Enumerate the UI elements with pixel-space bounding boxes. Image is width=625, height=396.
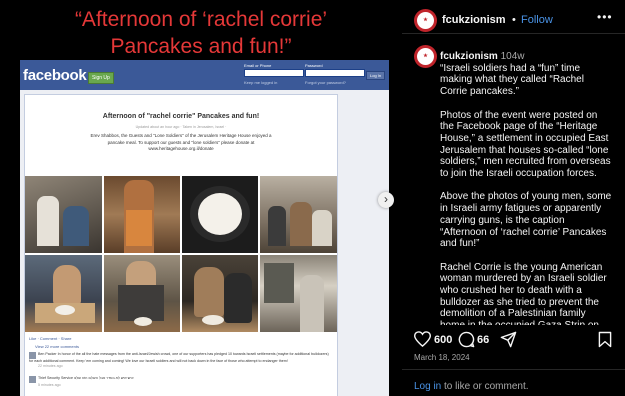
facebook-right-column <box>342 94 385 390</box>
login-button: Log In <box>366 71 386 80</box>
caption-time: 104w <box>500 51 525 62</box>
email-field <box>244 69 304 77</box>
album-photo <box>25 176 102 253</box>
album-photo <box>104 255 180 332</box>
avatar <box>29 352 36 359</box>
comment-time: 5 minutes ago <box>38 383 61 387</box>
keep-logged-in: Keep me logged in <box>244 80 278 85</box>
heart-icon[interactable] <box>413 331 432 352</box>
signup-button: Sign Up <box>88 72 114 84</box>
avatar <box>29 376 36 383</box>
footer-divider <box>402 369 625 370</box>
caption-username[interactable]: fcukzionism <box>440 51 498 62</box>
view-more-comments: View 22 more comments <box>35 344 79 349</box>
likes-count[interactable]: 600 <box>434 334 452 346</box>
header-divider <box>402 33 625 34</box>
login-prompt: Log in to like or comment. <box>414 381 529 392</box>
email-label: Email or Phone <box>244 63 272 68</box>
album-title: Afternoon of "rachel corrie" Pancakes an… <box>102 113 260 120</box>
caption-paragraph-3: Above the photos of young men, some in I… <box>440 191 612 250</box>
facebook-header-bar: facebook Sign Up Email or Phone Password… <box>20 60 389 90</box>
facebook-logo: facebook <box>23 67 87 84</box>
author-username[interactable]: fcukzionism <box>442 14 506 26</box>
album-photo <box>182 176 258 253</box>
caption-paragraph-1: “Israeli soldiers had a “fun” time makin… <box>440 62 584 98</box>
album-photo <box>260 255 337 332</box>
headline-line-1: “Afternoon of ‘rachel corrie’ <box>74 8 328 31</box>
share-icon[interactable] <box>500 331 517 353</box>
password-field <box>305 69 365 77</box>
album-photo <box>182 255 258 332</box>
login-link[interactable]: Log in <box>414 381 441 392</box>
facebook-page: Afternoon of "rachel corrie" Pancakes an… <box>20 90 389 396</box>
album-footer-actions: Like · Comment · Share <box>29 336 72 341</box>
caption-avatar[interactable]: ★ <box>414 45 437 68</box>
album-photo <box>260 176 337 253</box>
more-options-icon[interactable]: ••• <box>597 10 613 24</box>
post-date: March 18, 2024 <box>414 353 470 362</box>
album-meta: Updated about an hour ago · Taken in Jer… <box>135 125 227 129</box>
comment-icon[interactable] <box>458 331 475 353</box>
avatar-logo: ★ <box>417 12 434 29</box>
headline-line-2: Pancakes and fun!” <box>110 35 292 58</box>
login-prompt-text: to like or comment. <box>441 381 529 392</box>
caption-paragraph-4: Rachel Corrie is the young American woma… <box>440 261 607 327</box>
forgot-password: Forgot your password? <box>305 80 346 85</box>
facebook-album-card: Afternoon of "rachel corrie" Pancakes an… <box>24 94 338 396</box>
avatar-logo: ★ <box>417 48 434 65</box>
comment-item: Ben Packer In honor of the all the hate … <box>29 352 329 369</box>
post-caption: fcukzionism 104w “Israeli soldiers had a … <box>440 51 612 327</box>
follow-button[interactable]: Follow <box>521 14 553 26</box>
caption-paragraph-2: Photos of the event were posted on the F… <box>440 109 611 180</box>
album-photo <box>104 176 180 253</box>
comment-text: Ben Packer In honor of the all the hate … <box>29 352 329 363</box>
comment-item: Thief Security Service איש איש לא בסדר א… <box>29 376 329 388</box>
album-description: Erev Shabbos, the Guests and "Lone Soldi… <box>90 133 272 151</box>
comment-time: 22 minutes ago <box>38 364 63 368</box>
comments-count[interactable]: 66 <box>477 334 489 346</box>
comment-text: Thief Security Service איש איש לא בסדר א… <box>38 376 134 380</box>
separator-dot: • <box>512 14 516 26</box>
post-image-headline: “Afternoon of ‘rachel corrie’ Pancakes a… <box>0 6 402 60</box>
bookmark-icon[interactable] <box>598 331 612 353</box>
author-avatar[interactable]: ★ <box>414 9 437 32</box>
post-image: “Afternoon of ‘rachel corrie’ Pancakes a… <box>0 0 402 396</box>
password-label: Password <box>305 63 323 68</box>
next-image-button[interactable]: › <box>378 192 394 208</box>
album-photo <box>25 255 102 332</box>
